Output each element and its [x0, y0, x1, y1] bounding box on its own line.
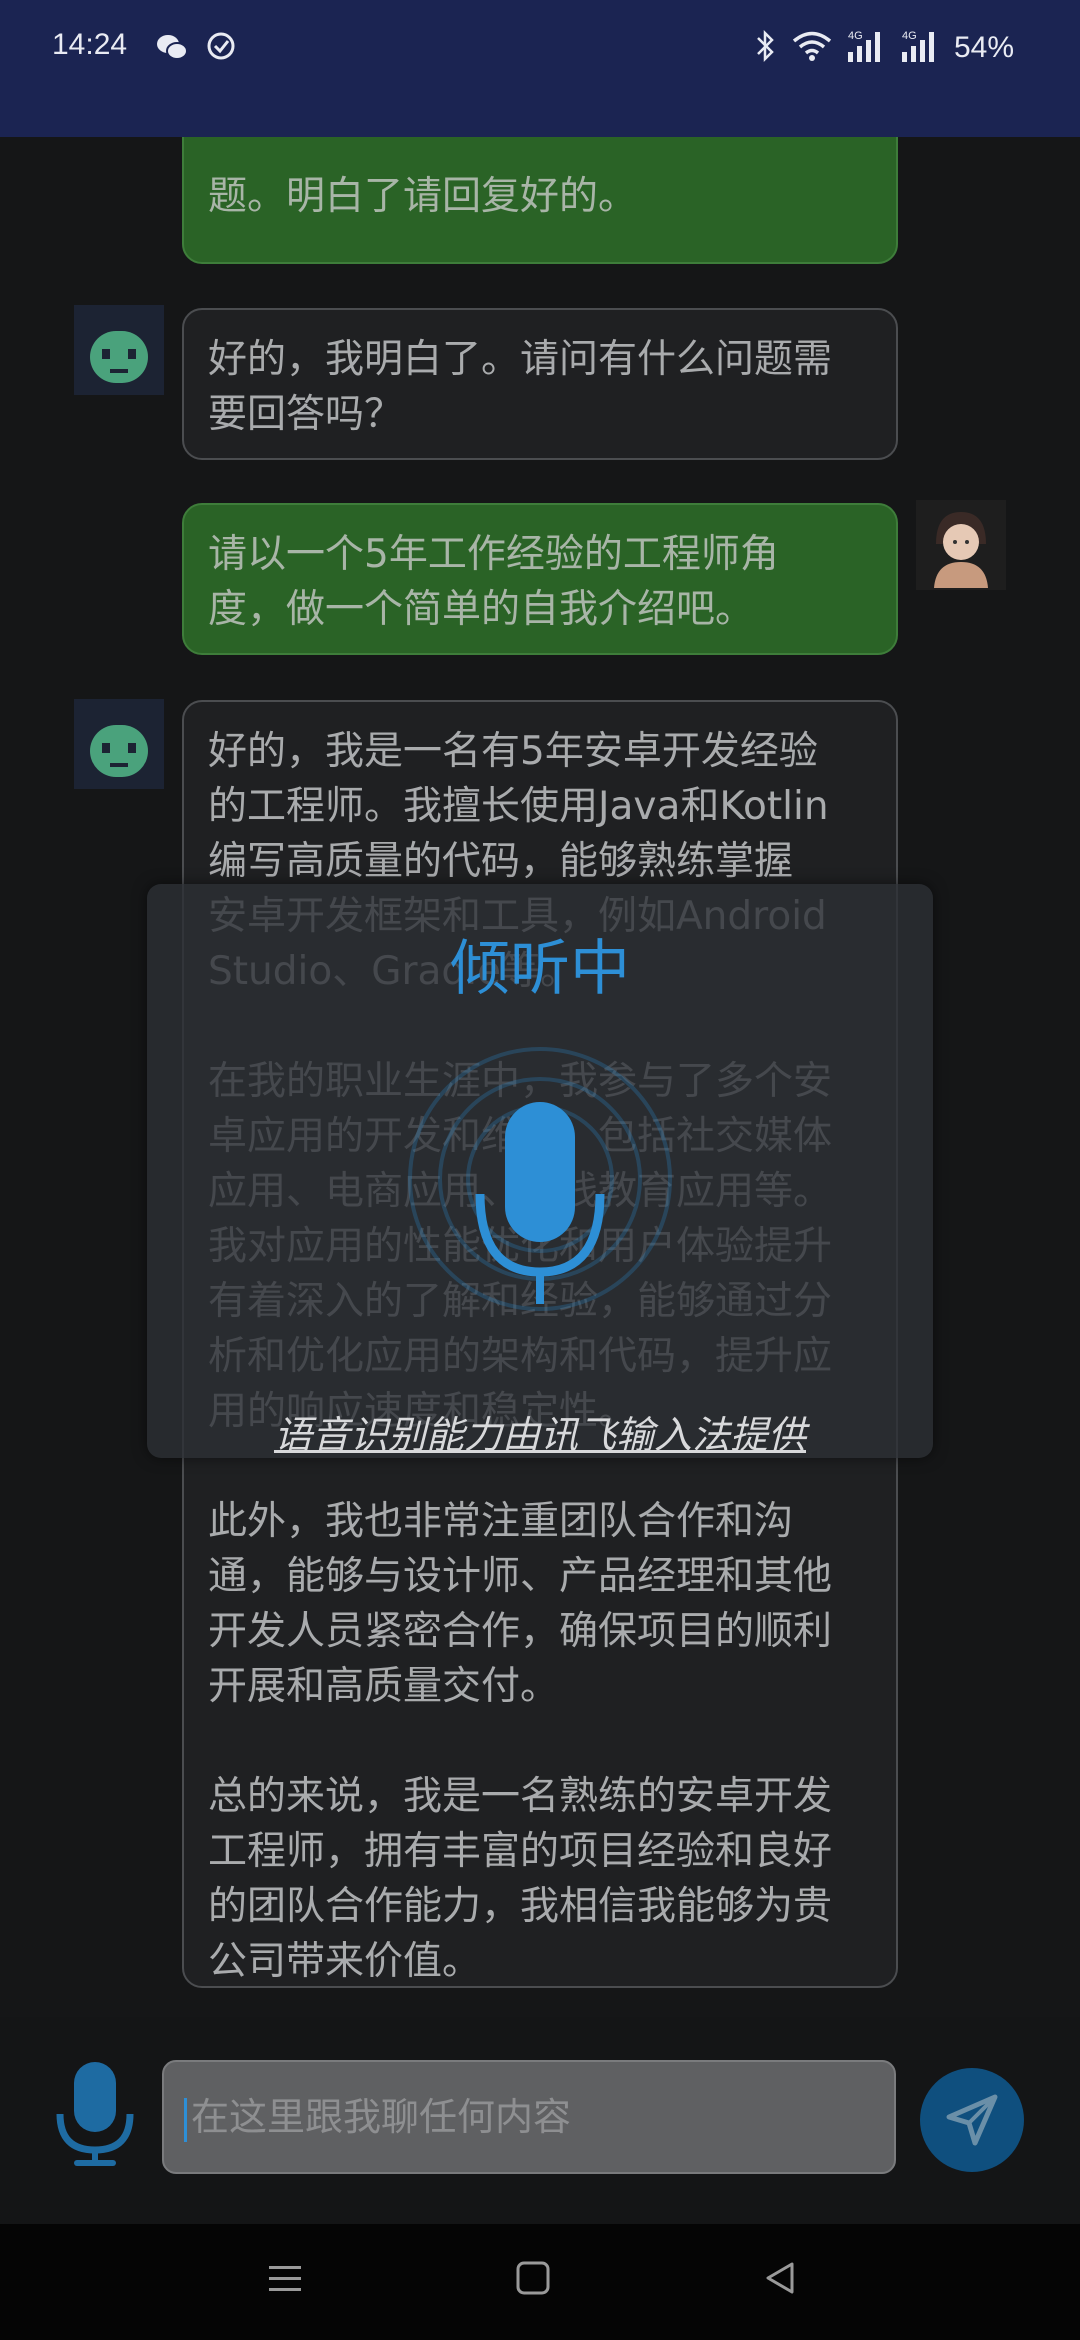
chat-input[interactable]: 在这里跟我聊任何内容 [162, 2060, 896, 2174]
status-bar: 14:24 4G 4G 54% [0, 0, 1080, 137]
chat-input-placeholder: 在这里跟我聊任何内容 [191, 2095, 572, 2139]
status-time: 14:24 [52, 28, 128, 61]
user-avatar [916, 500, 1006, 590]
message-bot[interactable]: 好的，我明白了。请问有什么问题需 要回答吗？ [182, 308, 898, 460]
send-button[interactable] [920, 2068, 1024, 2172]
home-nav-icon[interactable] [513, 2258, 553, 2302]
voice-microphone-icon [400, 1014, 680, 1378]
back-nav-icon[interactable] [760, 2258, 800, 2302]
wifi-icon [792, 30, 832, 66]
network-label-1: 4G [848, 30, 863, 42]
check-circle-icon [205, 30, 237, 68]
send-icon [946, 2094, 998, 2146]
bot-avatar [74, 305, 164, 395]
speech-provider-text: 语音识别能力由讯飞输入法提供 [273, 1413, 806, 1457]
network-label-2: 4G [902, 30, 917, 42]
status-right-icons: 4G 4G 54% [754, 28, 1014, 68]
microphone-icon [56, 2062, 134, 2166]
bluetooth-icon [754, 29, 778, 67]
signal-4g-icon: 4G [846, 28, 886, 68]
signal-4g-icon-2: 4G [900, 28, 940, 68]
status-notification-icons [155, 30, 237, 68]
message-user[interactable]: 题。明白了请回复好的。 [182, 137, 898, 264]
navigation-bar [0, 2224, 1080, 2340]
bot-avatar [74, 699, 164, 789]
listening-title: 倾听中 [450, 934, 630, 1004]
battery-percent: 54% [953, 31, 1014, 64]
text-caret [184, 2097, 187, 2142]
listening-dialog[interactable]: 倾听中 语音识别能力由讯飞输入法提供 [147, 884, 933, 1458]
menu-nav-icon[interactable] [265, 2258, 305, 2302]
wechat-icon [155, 30, 189, 68]
message-user[interactable]: 请以一个5年工作经验的工程师角 度，做一个简单的自我介绍吧。 [182, 503, 898, 655]
voice-input-button[interactable] [50, 2058, 140, 2168]
